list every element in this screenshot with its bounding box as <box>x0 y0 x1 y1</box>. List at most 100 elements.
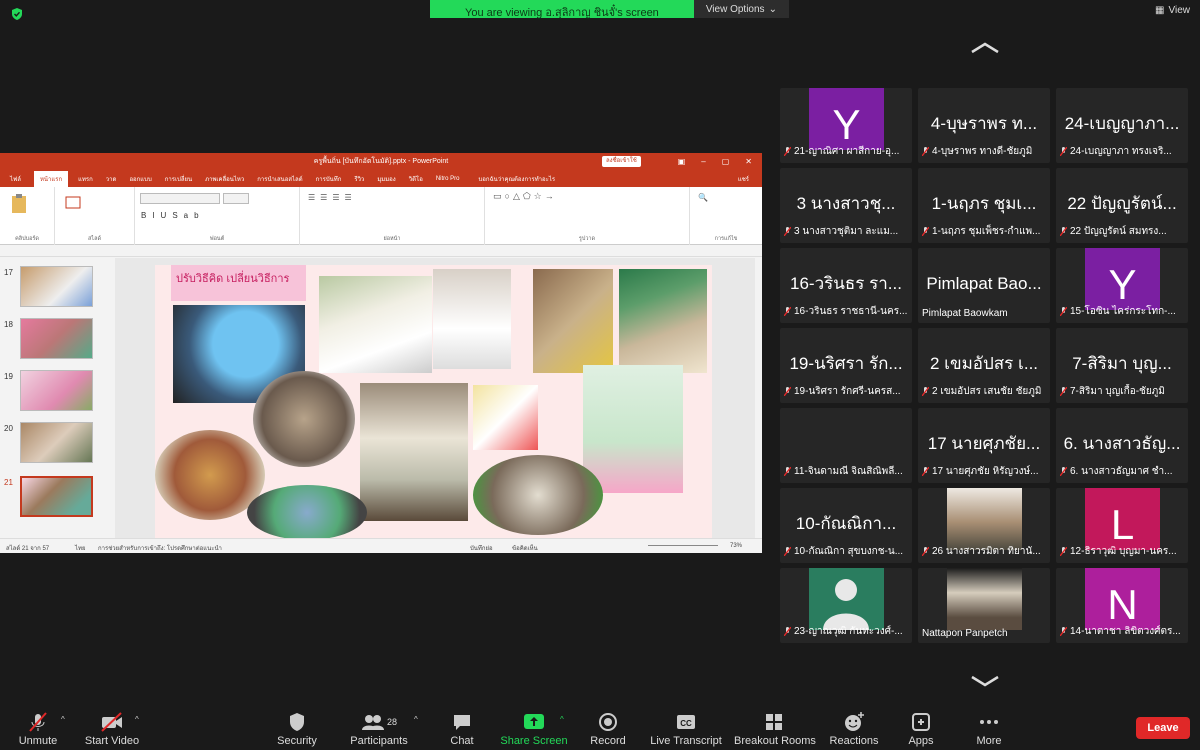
participant-name: Pimlapat Baowkam <box>922 308 1008 319</box>
chevron-up-icon[interactable]: ^ <box>61 715 65 724</box>
group-label: คลิปบอร์ด <box>15 236 39 242</box>
minimize-icon[interactable]: – <box>701 153 705 170</box>
close-icon[interactable]: ✕ <box>745 153 752 170</box>
tab-review[interactable]: รีวิว <box>354 174 364 184</box>
participant-tile[interactable]: N 14-นาตาชา ลิขิตวงศ์ตร... <box>1056 568 1188 643</box>
muted-mic-icon <box>922 467 929 476</box>
participant-tile[interactable]: 26 นางสาวรมิตา ทิยานั... <box>918 488 1050 563</box>
participant-tile[interactable]: 24-เบญญาภา... 24-เบญญาภา ทรงเจริ... <box>1056 88 1188 163</box>
chat-button[interactable]: Chat <box>422 711 502 747</box>
participant-tile[interactable]: Pimlapat Bao... Pimlapat Baowkam <box>918 248 1050 323</box>
group-label: ย่อหน้า <box>383 236 401 242</box>
tab-design[interactable]: ออกแบบ <box>129 174 151 184</box>
participant-tile[interactable]: 11-จินดามณี จิณสิณิพลี... <box>780 408 912 483</box>
muted-mic-icon <box>784 147 791 156</box>
avatar: L <box>1085 488 1160 550</box>
tab-view[interactable]: มุมมอง <box>377 174 395 184</box>
tell-me-box[interactable]: บอกฉันว่าคุณต้องการทำอะไร <box>478 174 555 184</box>
page-down-icon[interactable] <box>970 675 1000 687</box>
security-label: Security <box>277 735 317 747</box>
ribbon-display-icon[interactable]: ▣ <box>678 153 686 170</box>
ppt-signin-button[interactable]: ลงชื่อเข้าใช้ <box>602 156 641 167</box>
shapes-gallery[interactable]: ▭○△⬠☆→ <box>493 191 557 202</box>
paragraph-icons[interactable]: ☰☰☰☰ <box>308 193 357 202</box>
record-button[interactable]: Record <box>568 711 648 747</box>
paste-icon[interactable] <box>10 193 28 215</box>
participant-tile[interactable]: 1-นฤภร ชุมเ... 1-นฤภร ชุมเพ็ชร-กำแพ... <box>918 168 1050 243</box>
participant-tile[interactable]: 16-วรินธร รา... 16-วรินธร ราชธานี-นคร... <box>780 248 912 323</box>
participant-tile[interactable]: Y 15-โอซิน ไคร่กระโทก-... <box>1056 248 1188 323</box>
group-font: BIUSab ฟอนต์ <box>135 187 300 245</box>
tab-transitions[interactable]: การเปลี่ยน <box>165 174 192 184</box>
participant-tile[interactable]: Nattapon Panpetch <box>918 568 1050 643</box>
participant-name: 22 ปัญญูรัตน์ สมทรง... <box>1070 226 1167 237</box>
participant-tile[interactable]: 3 นางสาวชุ... 3 นางสาวชุติมา ละแม... <box>780 168 912 243</box>
comments-button[interactable]: ข้อคิดเห็น <box>512 543 538 553</box>
font-name-box[interactable] <box>140 193 220 204</box>
tab-file[interactable]: ไฟล์ <box>10 174 21 184</box>
slide-thumbnail[interactable] <box>20 318 93 359</box>
live-transcript-button[interactable]: CC Live Transcript <box>646 711 726 747</box>
more-button[interactable]: More <box>949 711 1029 747</box>
participant-name-label: 3 นางสาวชุติมา ละแม... <box>784 224 908 239</box>
group-label: ฟอนต์ <box>209 236 225 242</box>
participant-display-name: 7-สิริมา บุญ... <box>1072 354 1172 373</box>
participant-tile[interactable]: 6. นางสาวธัญ... 6. นางสาวธัญมาศ ชำ... <box>1056 408 1188 483</box>
chevron-up-icon[interactable]: ^ <box>560 715 564 724</box>
zoom-slider[interactable] <box>648 545 718 546</box>
notes-button[interactable]: บันทึกย่อ <box>470 543 493 553</box>
unmute-button[interactable]: Unmute <box>0 711 78 747</box>
participant-tile[interactable]: L 12-ธิราวุฒิ บุญมา-นคร... <box>1056 488 1188 563</box>
new-slide-icon[interactable] <box>65 195 81 211</box>
security-shield-icon[interactable] <box>10 7 24 21</box>
chevron-up-icon[interactable]: ^ <box>414 715 418 724</box>
slide-thumbnail[interactable] <box>20 422 93 463</box>
tab-home[interactable]: หน้าแรก <box>33 170 69 187</box>
leave-button[interactable]: Leave <box>1136 717 1190 739</box>
participant-tile[interactable]: 19-นริศรา รัก... 19-นริศรา รักศรี-นครส... <box>780 328 912 403</box>
participant-tile[interactable]: 7-สิริมา บุญ... 7-สิริมา บุญเกื้อ-ชัยภูมิ <box>1056 328 1188 403</box>
tab-record[interactable]: การบันทึก <box>316 174 342 184</box>
find-icon[interactable]: 🔍 <box>698 193 708 202</box>
svg-text:CC: CC <box>680 719 692 728</box>
tab-draw[interactable]: วาด <box>106 174 117 184</box>
participants-button[interactable]: 28 Participants <box>339 711 419 747</box>
font-size-box[interactable] <box>223 193 249 204</box>
participant-tile[interactable]: 10-กัณณิกา... 10-กัณณิกา สุขบงกช-น... <box>780 488 912 563</box>
tab-video[interactable]: วิดีโอ <box>409 174 423 184</box>
chevron-up-icon[interactable]: ^ <box>135 715 139 724</box>
tab-animations[interactable]: ภาพเคลื่อนไหว <box>205 174 244 184</box>
maximize-icon[interactable]: ▢ <box>722 153 730 170</box>
accessibility-status[interactable]: การช่วยสำหรับการเข้าถึง: โปรดศึกษาต่อแนะ… <box>98 543 222 553</box>
tab-slideshow[interactable]: การนำเสนอสไลด์ <box>257 174 302 184</box>
muted-mic-icon <box>784 307 791 316</box>
view-options-button[interactable]: View Options ⌄ <box>693 0 789 18</box>
participant-tile[interactable]: 2 เขมอัปสร เ... 2 เขมอัปสร เสนชัย ชัยภูมิ <box>918 328 1050 403</box>
participant-tile[interactable]: Y 21-ญาณิศา ผาสีกาย-อุ... <box>780 88 912 163</box>
group-label: สไลด์ <box>87 236 102 242</box>
participant-name-label: 4-บุษราพร ทางดี-ชัยภูมิ <box>922 144 1046 159</box>
participant-name: 3 นางสาวชุติมา ละแม... <box>794 226 899 237</box>
participant-tile[interactable]: 4-บุษราพร ท... 4-บุษราพร ทางดี-ชัยภูมิ <box>918 88 1050 163</box>
more-label: More <box>976 735 1002 747</box>
slide-thumbnail-active[interactable] <box>20 476 93 517</box>
participant-tile[interactable]: 23-ญาณวุฒิ กันทะวงศ์-... <box>780 568 912 643</box>
participant-tile[interactable]: 22 ปัญญูรัตน์... 22 ปัญญูรัตน์ สมทรง... <box>1056 168 1188 243</box>
font-format-icons[interactable]: BIUSab <box>141 211 205 220</box>
start-video-button[interactable]: Start Video <box>72 711 152 747</box>
breakout-rooms-button[interactable]: Breakout Rooms <box>734 711 816 747</box>
participant-name-label: 14-นาตาชา ลิขิตวงศ์ตร... <box>1060 624 1184 639</box>
page-up-icon[interactable] <box>970 42 1000 54</box>
participants-count: 28 <box>386 717 397 727</box>
tab-insert[interactable]: แทรก <box>78 174 93 184</box>
group-paragraph: ☰☰☰☰ ย่อหน้า <box>300 187 485 245</box>
participant-tile[interactable]: 17 นายศุภชัย... 17 นายศุภชัย หิรัญวงษ์... <box>918 408 1050 483</box>
security-button[interactable]: Security <box>257 711 337 747</box>
share-tab[interactable]: แชร์ <box>738 174 749 184</box>
view-button[interactable]: ▦ View <box>1155 5 1190 16</box>
slide-thumbnail[interactable] <box>20 370 93 411</box>
slide-thumbnail[interactable] <box>20 266 93 307</box>
tab-nitro[interactable]: Nitro Pro <box>436 176 460 182</box>
zoom-level[interactable]: 73% <box>730 543 742 549</box>
ppt-ribbon: คลิปบอร์ด สไลด์ BIUSab ฟอนต์ ☰☰☰☰ ย่อหน้… <box>0 187 762 245</box>
